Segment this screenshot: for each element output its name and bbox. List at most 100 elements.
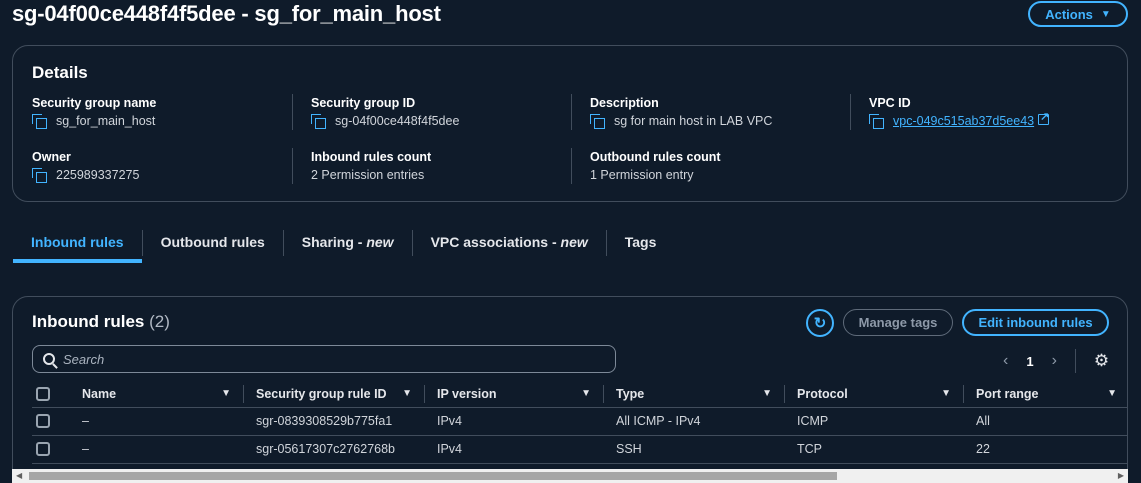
row-select-cell: [32, 407, 64, 436]
scrollbar-thumb[interactable]: [29, 472, 837, 480]
table-cell: IPv4: [425, 435, 604, 464]
column-header-name[interactable]: Name ▼: [64, 381, 244, 408]
field-label: VPC ID: [869, 96, 911, 110]
table-cell: All ICMP - IPv4: [604, 407, 785, 436]
sort-icon[interactable]: ▼: [941, 388, 951, 399]
column-header-port-range[interactable]: Port range ▼: [964, 381, 1127, 408]
inbound-rules-table: Name ▼ Security group rule ID ▼ IP version…: [32, 381, 1127, 464]
field-label: Outbound rules count: [590, 150, 721, 164]
field-value: 1 Permission entry: [590, 168, 694, 182]
tab-label: Sharing -: [301, 234, 367, 250]
copy-icon[interactable]: [869, 114, 884, 129]
inbound-rules-heading: Inbound rules (2): [32, 312, 170, 332]
field-value: sg for main host in LAB VPC: [614, 114, 773, 128]
divider: [571, 148, 572, 184]
field-label: Security group name: [32, 96, 157, 110]
gear-icon[interactable]: ⚙: [1094, 351, 1109, 371]
copy-icon[interactable]: [32, 114, 47, 129]
tab-outbound-rules[interactable]: Outbound rules: [143, 226, 283, 263]
column-label: Security group rule ID: [256, 386, 387, 401]
search-input[interactable]: [63, 351, 583, 367]
column-label: Type: [616, 386, 645, 401]
tab-label: Inbound rules: [31, 234, 124, 250]
table-cell: sgr-0839308529b775fa1: [244, 407, 425, 436]
heading-text: Inbound rules: [32, 312, 145, 331]
search-icon: [43, 353, 55, 365]
table-cell: –: [64, 435, 244, 464]
table-cell: All: [964, 407, 1127, 436]
horizontal-scrollbar[interactable]: ◀ ▶: [12, 469, 1128, 483]
divider: [1074, 349, 1076, 373]
field-owner: Owner 225989337275: [32, 150, 292, 183]
select-all-checkbox[interactable]: [36, 387, 50, 402]
field-label: Security group ID: [311, 96, 416, 110]
refresh-icon: ↻: [813, 315, 827, 332]
scroll-right-icon[interactable]: ▶: [1118, 471, 1124, 480]
sort-icon[interactable]: ▼: [402, 388, 412, 399]
sort-icon[interactable]: ▼: [221, 388, 231, 399]
external-link-icon[interactable]: [1038, 110, 1049, 125]
row-select-cell: [32, 435, 64, 464]
tab-bar: Inbound rules Outbound rules Sharing - n…: [13, 226, 674, 264]
actions-button[interactable]: Actions ▼: [1028, 1, 1128, 27]
tab-label: VPC associations -: [430, 234, 561, 250]
divider: [571, 94, 572, 130]
table-header-row: Name ▼ Security group rule ID ▼ IP version…: [32, 381, 1127, 408]
column-header-protocol[interactable]: Protocol ▼: [785, 381, 964, 408]
sort-icon[interactable]: ▼: [581, 388, 591, 399]
field-label: Owner: [32, 150, 71, 164]
table-cell: ICMP: [785, 407, 964, 436]
table-row[interactable]: – sgr-0839308529b775fa1 IPv4 All ICMP - …: [32, 407, 1127, 436]
field-description: Description sg for main host in LAB VPC: [590, 96, 850, 129]
field-label: Description: [590, 96, 659, 110]
details-heading: Details: [32, 63, 88, 82]
refresh-button[interactable]: ↻: [806, 309, 834, 337]
search-box[interactable]: [32, 345, 616, 373]
details-panel: Details Security group name sg_for_main_…: [12, 45, 1128, 202]
copy-icon[interactable]: [590, 114, 605, 129]
column-label: Name: [82, 386, 117, 401]
field-security-group-id: Security group ID sg-04f00ce448f4f5dee: [311, 96, 571, 129]
select-all-cell: [32, 381, 64, 408]
sort-icon[interactable]: ▼: [762, 388, 772, 399]
prev-page-icon[interactable]: ‹: [1003, 352, 1008, 370]
column-label: IP version: [437, 386, 497, 401]
rules-count: (2): [149, 312, 170, 331]
field-inbound-rules-count: Inbound rules count 2 Permission entries: [311, 150, 571, 182]
edit-inbound-rules-button[interactable]: Edit inbound rules: [962, 309, 1109, 336]
manage-tags-button[interactable]: Manage tags: [843, 309, 953, 336]
column-label: Port range: [976, 386, 1039, 401]
divider: [850, 94, 851, 130]
current-page[interactable]: 1: [1026, 354, 1033, 369]
tab-sharing[interactable]: Sharing - new: [284, 226, 412, 263]
copy-icon[interactable]: [311, 114, 326, 129]
column-header-ip-version[interactable]: IP version ▼: [425, 381, 604, 408]
table-cell: SSH: [604, 435, 785, 464]
actions-label: Actions: [1045, 6, 1093, 22]
sort-icon[interactable]: ▼: [1107, 388, 1117, 399]
tab-vpc-associations[interactable]: VPC associations - new: [413, 226, 606, 263]
copy-icon[interactable]: [32, 168, 47, 183]
field-security-group-name: Security group name sg_for_main_host: [32, 96, 292, 129]
column-header-rule-id[interactable]: Security group rule ID ▼: [244, 381, 425, 408]
scroll-left-icon[interactable]: ◀: [16, 471, 22, 480]
column-label: Protocol: [797, 386, 848, 401]
divider: [292, 94, 293, 130]
tab-tags[interactable]: Tags: [607, 226, 675, 263]
field-vpc-id: VPC ID vpc-049c515ab37d5ee43: [869, 96, 1129, 129]
field-value: sg_for_main_host: [56, 114, 156, 128]
table-row[interactable]: – sgr-05617307c2762768b IPv4 SSH TCP 22: [32, 435, 1127, 464]
column-header-type[interactable]: Type ▼: [604, 381, 785, 408]
table-cell: IPv4: [425, 407, 604, 436]
row-checkbox[interactable]: [36, 414, 50, 429]
tab-label: Tags: [624, 234, 657, 250]
tab-label: Outbound rules: [160, 234, 265, 250]
field-value: 2 Permission entries: [311, 168, 425, 182]
next-page-icon[interactable]: ›: [1052, 352, 1057, 370]
field-label: Inbound rules count: [311, 150, 432, 164]
vpc-id-link[interactable]: vpc-049c515ab37d5ee43: [893, 114, 1034, 128]
tab-inbound-rules[interactable]: Inbound rules: [13, 226, 142, 263]
row-checkbox[interactable]: [36, 442, 50, 457]
divider: [292, 148, 293, 184]
page-title: sg-04f00ce448f4f5dee - sg_for_main_host: [12, 1, 441, 26]
